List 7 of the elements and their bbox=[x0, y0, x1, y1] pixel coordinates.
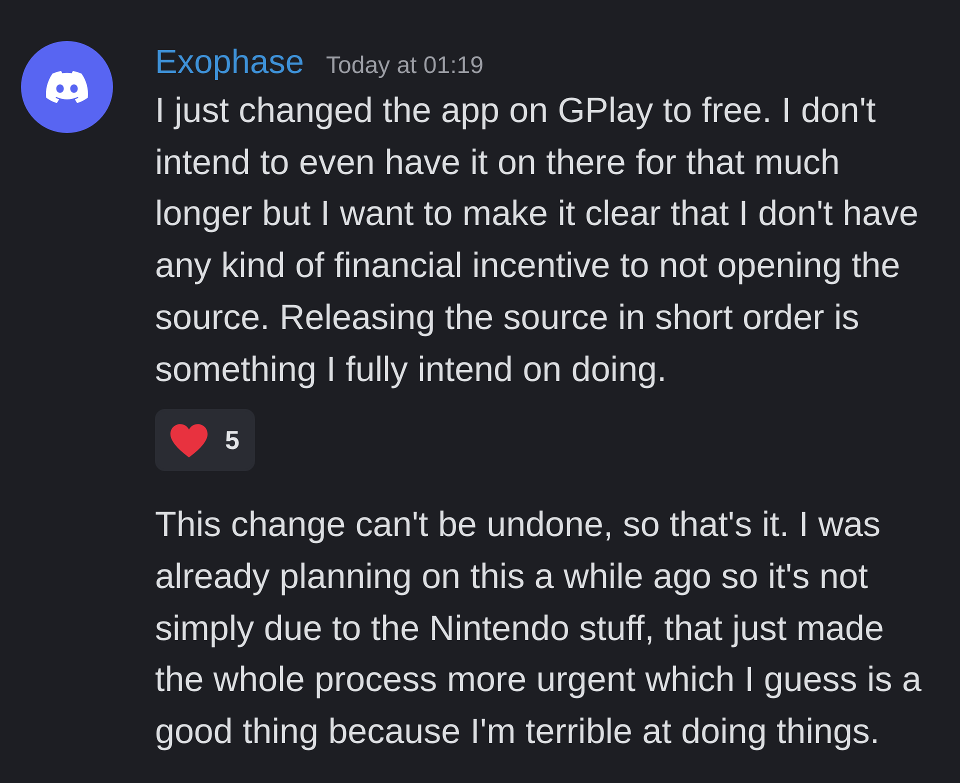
reaction-button[interactable]: 5 bbox=[155, 409, 256, 472]
message-text: This change can't be undone, so that's it. I was already planning on this a while ago so it's not simply due to the Nintendo stuff, that just made the whole process more urgent which I guess is a good thing because I'm terrible at doing things. bbox=[155, 504, 922, 754]
heart-icon bbox=[169, 422, 209, 458]
message-text: I just changed the app on GPlay to free. I don't intend to even have it on there for that much longer but I want to make it clear that I don't have any kind of financial incentive to not opening the source. Releasing the source in short order is something I fully intend on doing. bbox=[155, 90, 920, 391]
avatar-icon[interactable] bbox=[21, 41, 113, 133]
message-timestamp: Today at 01:19 bbox=[326, 52, 484, 80]
username-link[interactable]: Exophase bbox=[155, 41, 304, 85]
